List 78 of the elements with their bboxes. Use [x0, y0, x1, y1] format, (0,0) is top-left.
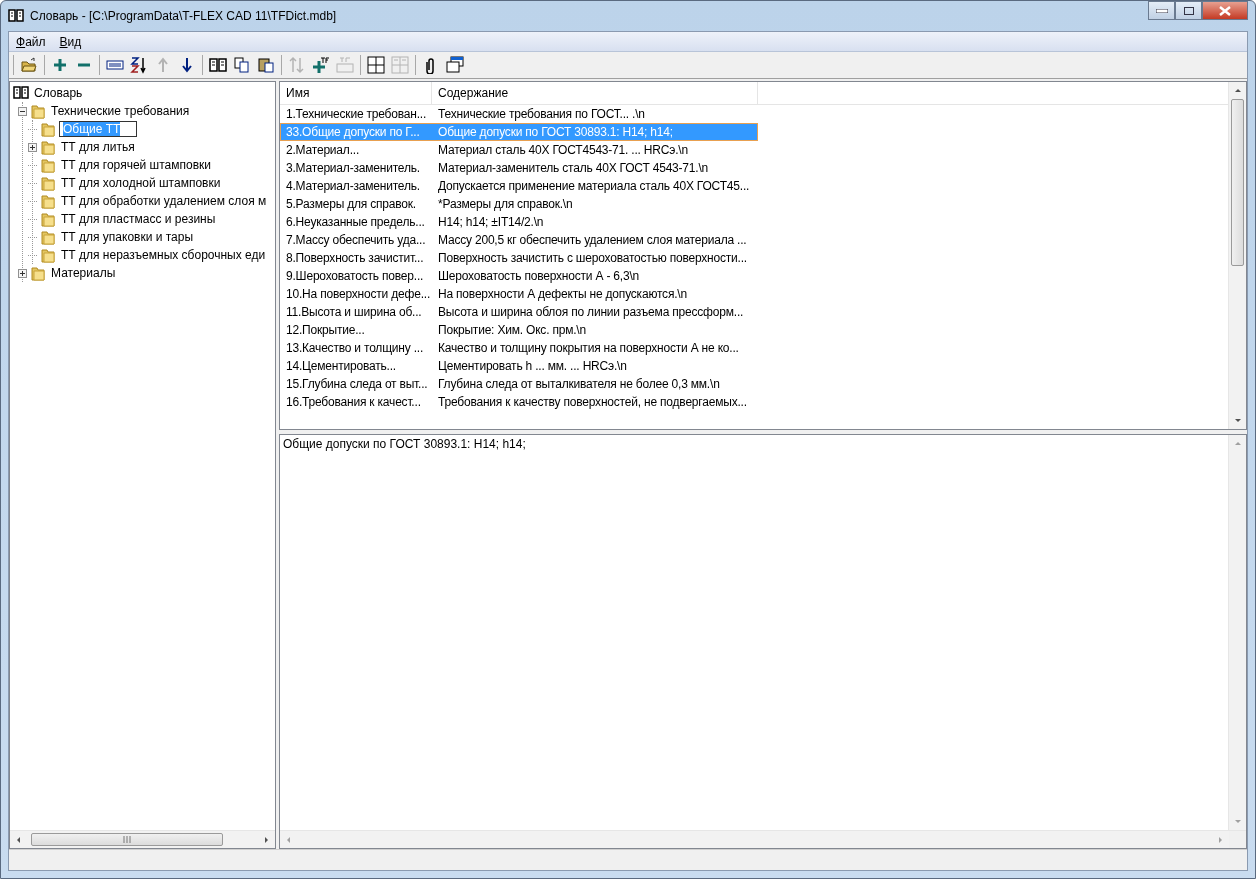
table-row[interactable]: 2.Материал... Материал сталь 40Х ГОСТ4543-71. ... HRCэ.\n [280, 141, 758, 159]
menu-item[interactable]: Файл [9, 32, 53, 51]
table-row[interactable]: 9.Шероховатость повер... Шероховатость поверхности А - 6,3\n [280, 267, 758, 285]
book-icon [8, 8, 24, 24]
folder-icon [40, 211, 56, 227]
table-row[interactable]: 13.Качество и толщину ... Качество и толщину покрытия на поверхности А не ко... [280, 339, 758, 357]
grip-icon [123, 836, 131, 843]
table-row[interactable]: 4.Материал-заменитель. Допускается применение материала сталь 40Х ГОСТ45... [280, 177, 758, 195]
plus-icon [51, 56, 69, 74]
table-row[interactable]: 10.На поверхности дефе... На поверхности А дефекты не допускаются.\n [280, 285, 758, 303]
open-folder-icon [20, 56, 38, 74]
folder-icon [40, 229, 56, 245]
table-row[interactable]: 7.Массу обеспечить уда... Массу 200,5 кг обеспечить удалением слоя материала ... [280, 231, 758, 249]
scroll-arrow-icon[interactable] [1233, 86, 1242, 95]
tree-item[interactable]: Технические требования [49, 104, 192, 118]
table-row[interactable]: 16.Требования к качест... Требования к качеству поверхностей, не подвергаемых... [280, 393, 758, 411]
table-row[interactable]: 15.Глубина следа от выт... Глубина следа от выталкивателя не более 0,3 мм.\n [280, 375, 758, 393]
clipboard-icon [257, 56, 275, 74]
tree-item[interactable]: ТТ для литья [59, 140, 137, 154]
copy-icon [233, 56, 251, 74]
table-row[interactable]: 3.Материал-заменитель. Материал-заменитель сталь 40Х ГОСТ 4543-71.\n [280, 159, 758, 177]
folder-icon [40, 175, 56, 191]
window-icon [446, 56, 464, 74]
expand-toggle[interactable] [18, 268, 27, 278]
content-text: Общие допуски по ГОСТ 30893.1: H14; h14; [282, 436, 527, 453]
toolbar-button[interactable] [366, 55, 386, 75]
scroll-arrow-icon[interactable] [1233, 416, 1242, 425]
grid-icon [391, 56, 409, 74]
window-title: Словарь - [C:\ProgramData\T-FLEX CAD 11\TFDict.mdb] [30, 9, 338, 23]
grid-icon [367, 56, 385, 74]
folder-icon [30, 103, 46, 119]
table-row[interactable]: 6.Неуказанные предель... H14; h14; ±IT14/2.\n [280, 213, 758, 231]
tree-item[interactable]: Материалы [49, 266, 118, 280]
folder-icon [40, 157, 56, 173]
column-header[interactable]: Содержание [432, 82, 758, 104]
close-icon [1219, 5, 1231, 16]
column-header[interactable]: Имя [280, 82, 432, 104]
maximize-button[interactable] [1175, 1, 1202, 20]
tree-item[interactable]: ТТ для горячей штамповки [59, 158, 214, 172]
plus-letters-icon [312, 56, 330, 74]
folder-icon [40, 121, 56, 137]
folder-icon [40, 193, 56, 209]
table-row[interactable]: 5.Размеры для справок. *Размеры для справок.\n [280, 195, 758, 213]
table-row[interactable]: 8.Поверхность зачистит... Поверхность зачистить с шероховатостью поверхности... [280, 249, 758, 267]
folder-icon [30, 265, 46, 281]
toolbar-button[interactable] [232, 55, 252, 75]
minimize-button[interactable] [1148, 1, 1175, 20]
table-row[interactable]: 14.Цементировать... Цементировать h ... мм. ... HRCэ.\n [280, 357, 758, 375]
vertical-scrollbar[interactable] [1228, 82, 1246, 429]
tree-item[interactable]: ТТ для обработки удалением слоя м [59, 194, 269, 208]
horizontal-scrollbar[interactable] [10, 830, 275, 848]
minus-icon [78, 61, 90, 69]
tree-item[interactable]: ТТ для холодной штамповки [59, 176, 223, 190]
swap-arrows-icon [288, 56, 306, 74]
tree-item[interactable]: ТТ для упаковки и тары [59, 230, 196, 244]
menu-item[interactable]: Вид [52, 32, 89, 51]
scroll-arrow-icon[interactable] [262, 835, 271, 844]
tree-item[interactable]: ТТ для неразъемных сборочных еди [59, 248, 268, 262]
toolbar-button[interactable] [445, 55, 465, 75]
toolbar-button[interactable] [208, 55, 228, 75]
book-icon [13, 85, 29, 101]
tree-item[interactable]: ТТ для пластмасс и резины [59, 212, 218, 226]
label-letters-icon [336, 56, 354, 74]
toolbar-button[interactable] [256, 55, 276, 75]
folder-icon [40, 247, 56, 263]
tree-item[interactable]: Словарь [32, 86, 85, 100]
maximize-icon [1183, 6, 1194, 15]
collapse-toggle[interactable] [18, 106, 27, 116]
table-row[interactable]: 1.Технические требован... Технические требования по ГОСТ... .\n [280, 105, 758, 123]
folder-icon [40, 139, 56, 155]
close-button[interactable] [1202, 1, 1248, 20]
book-icon [209, 56, 227, 74]
expand-toggle[interactable] [28, 142, 37, 152]
sort-icon [130, 56, 148, 74]
table-row[interactable]: 12.Покрытие... Покрытие: Хим. Окс. прм.\n [280, 321, 758, 339]
table-row[interactable]: 11.Высота и ширина об... Высота и ширина облоя по линии разъема прессформ... [280, 303, 758, 321]
toolbar-button[interactable] [129, 55, 149, 75]
minimize-icon [1155, 8, 1168, 13]
